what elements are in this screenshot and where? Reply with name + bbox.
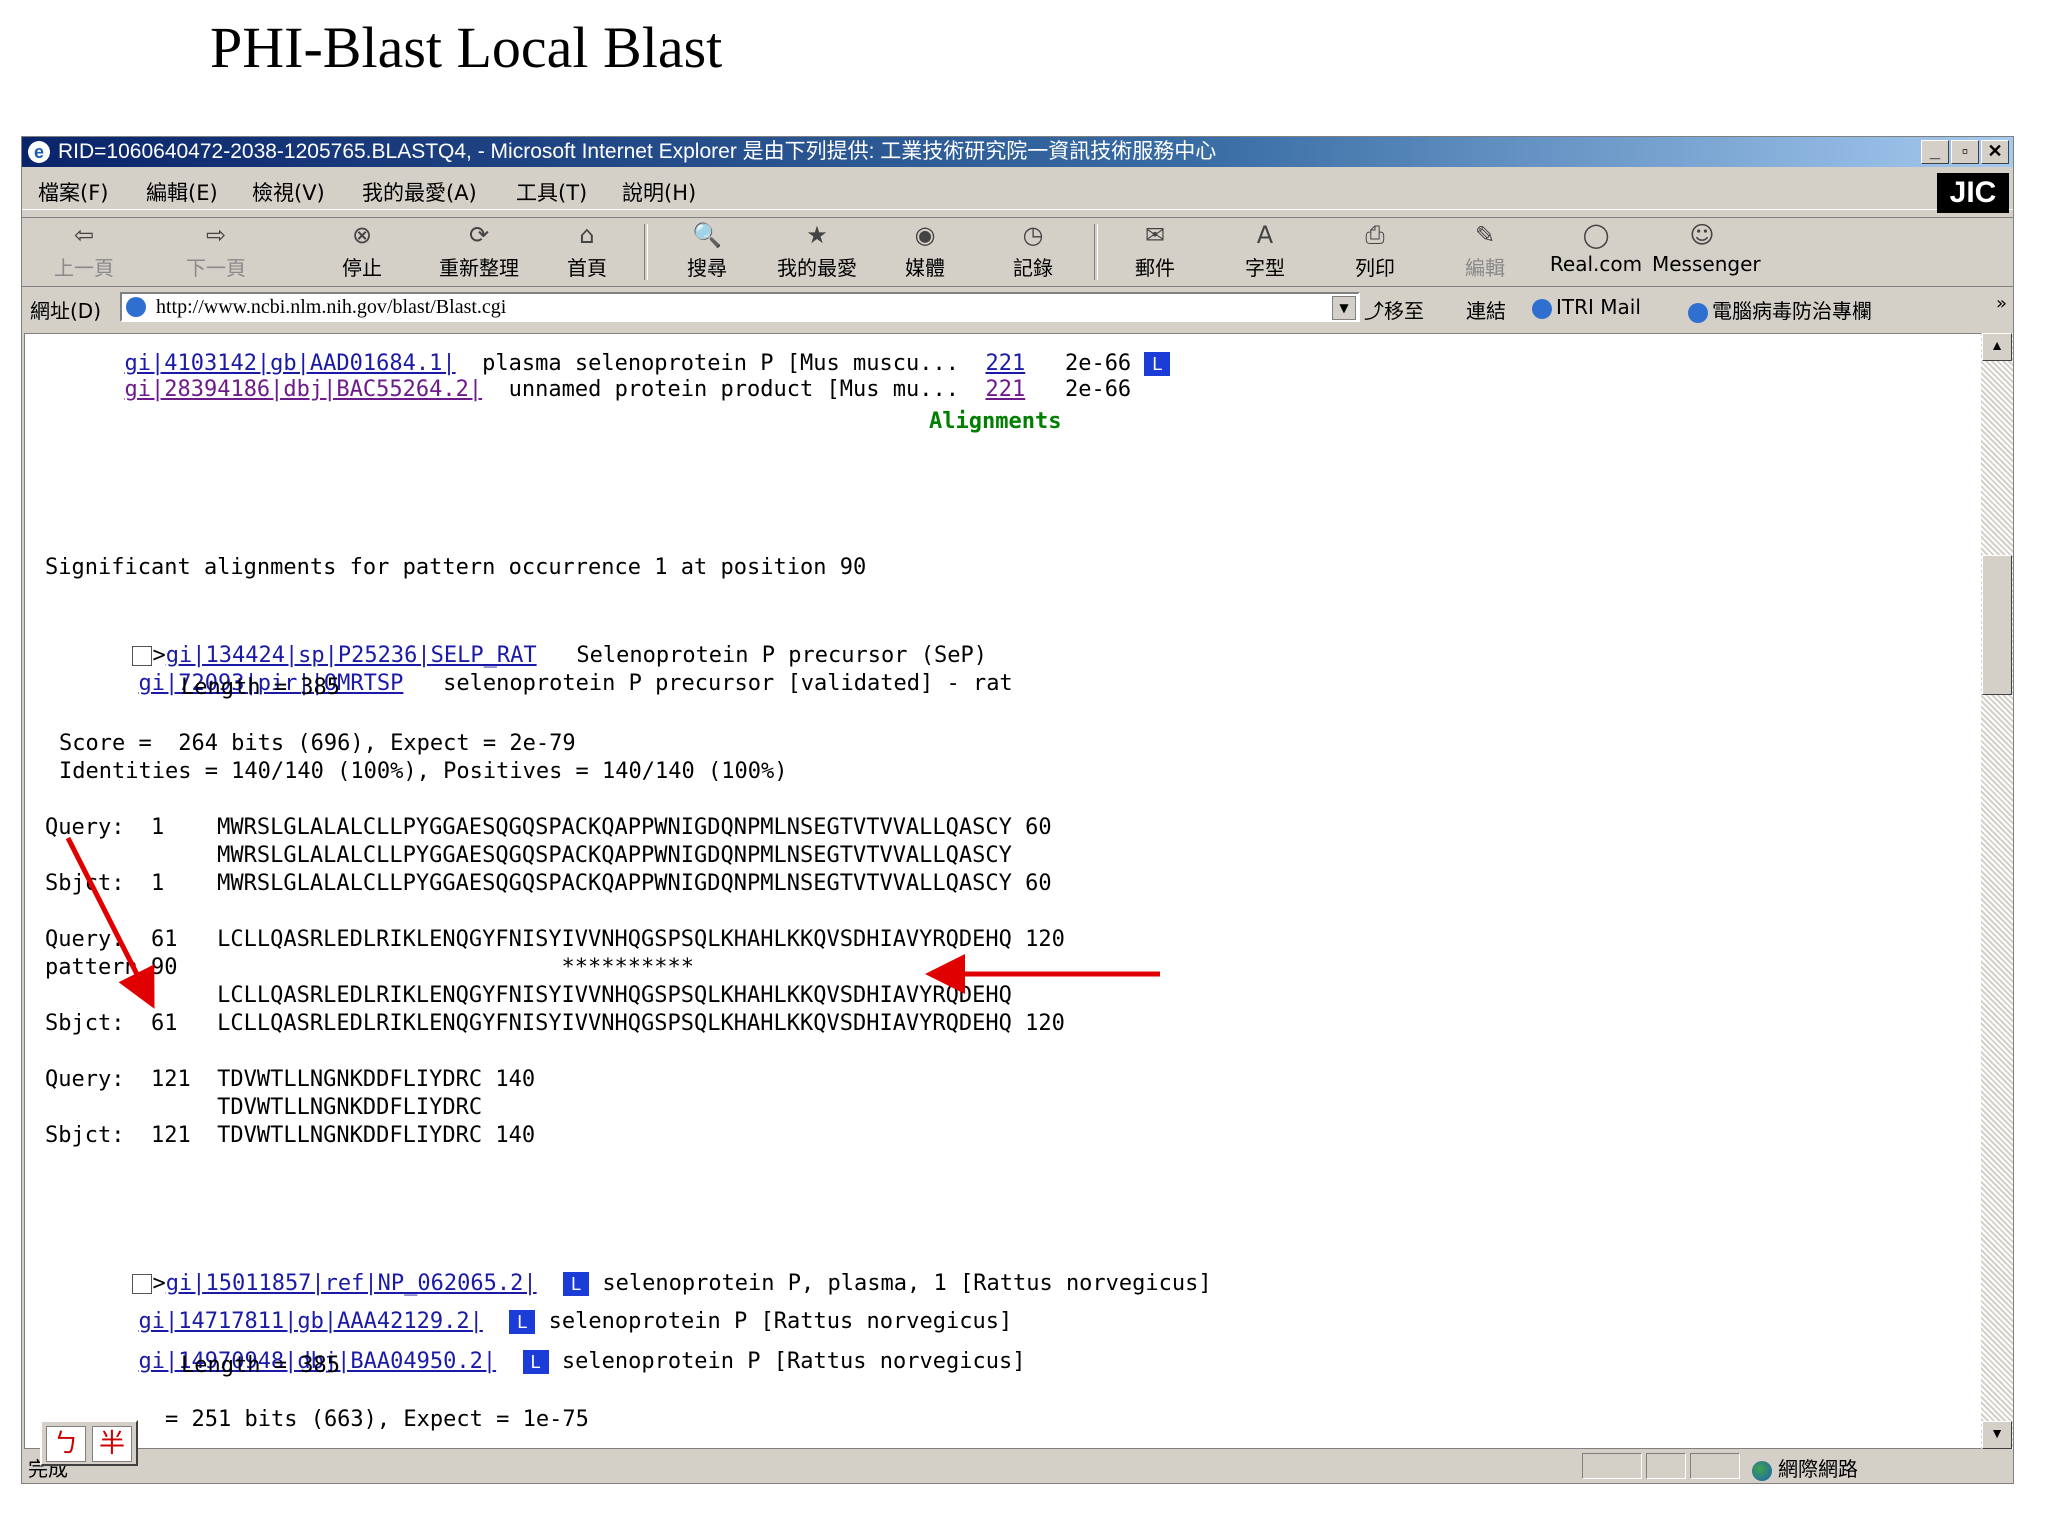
page-icon <box>126 297 146 317</box>
ie-logo-icon: e <box>28 141 50 163</box>
home-button[interactable]: ⌂ 首頁 <box>552 220 622 281</box>
search-icon: 🔍 <box>692 221 722 249</box>
menu-view[interactable]: 檢視(V) <box>252 177 325 207</box>
slide-title: PHI-Blast Local Blast <box>210 15 723 80</box>
vertical-scrollbar[interactable]: ▲ ▼ <box>1981 333 2013 1449</box>
linkout-badge[interactable]: L <box>1144 352 1171 376</box>
ime-width-button[interactable]: 半 <box>92 1426 132 1462</box>
media-button[interactable]: ◉ 媒體 <box>890 220 960 281</box>
menu-favorites[interactable]: 我的最愛(A) <box>362 177 477 207</box>
search-button[interactable]: 🔍 搜尋 <box>672 220 742 281</box>
toolbar: ⇦ 上一頁 ⇨ 下一頁 ⊗ 停止 ⟳ 重新整理 ⌂ 首頁 🔍 搜尋 ★ 我的最愛 ◉ 媒體 ◷ 記… <box>22 217 2013 287</box>
media-icon: ◉ <box>914 221 936 249</box>
toolbar-separator <box>644 224 648 280</box>
stop-button[interactable]: ⊗ 停止 <box>322 220 402 281</box>
more-links-chevron-icon[interactable]: » <box>1996 293 2007 314</box>
status-bar: 完成 網際網路 <box>22 1449 2013 1483</box>
hit-length: Length = 385 <box>181 1353 340 1378</box>
hit-length: Length = 385 <box>181 675 340 700</box>
favorites-icon: ★ <box>806 221 828 249</box>
history-icon: ◷ <box>1022 221 1044 249</box>
forward-button[interactable]: ⇨ 下一頁 <box>172 220 260 281</box>
menu-tools[interactable]: 工具(T) <box>516 177 587 207</box>
pattern-occurrence-text: Significant alignments for pattern occur… <box>45 555 867 580</box>
font-icon: A <box>1256 221 1274 249</box>
scroll-up-button[interactable]: ▲ <box>1982 333 2012 361</box>
brand-logo: JIC <box>1937 173 2009 213</box>
status-cell <box>1690 1453 1740 1479</box>
edit-icon: ✎ <box>1474 221 1496 249</box>
alignment-line: Query: 121 TDVWTLLNGNKDDFLIYDRC 140 <box>45 1067 536 1092</box>
messenger-button[interactable]: ☺ Messenger <box>1652 220 1761 276</box>
address-url[interactable]: http://www.ncbi.nlm.nih.gov/blast/Blast.… <box>156 296 506 319</box>
menu-edit[interactable]: 編輯(E) <box>146 177 218 207</box>
page-content: gi|4103142|gb|AAD01684.1| plasma selenop… <box>24 333 1982 1449</box>
alignment-line: TDVWTLLNGNKDDFLIYDRC <box>45 1095 483 1120</box>
alignment-line: Sbjct: 121 TDVWTLLNGNKDDFLIYDRC 140 <box>45 1123 536 1148</box>
alignment-line: MWRSLGLALALCLLPYGGAESQGQSPACKQAPPWNIGDQN… <box>45 843 1012 868</box>
menu-help[interactable]: 說明(H) <box>622 177 696 207</box>
refresh-button[interactable]: ⟳ 重新整理 <box>414 220 544 281</box>
scroll-thumb[interactable] <box>1982 555 2012 695</box>
favorites-button[interactable]: ★ 我的最愛 <box>762 220 872 281</box>
address-input[interactable]: http://www.ncbi.nlm.nih.gov/blast/Blast.… <box>120 292 1360 322</box>
address-bar: 網址(D) http://www.ncbi.nlm.nih.gov/blast/… <box>22 287 2013 327</box>
linkout-badge[interactable]: L <box>522 1350 549 1374</box>
status-cell <box>1646 1453 1686 1479</box>
restore-button[interactable]: ▫ <box>1951 140 1979 164</box>
forward-arrow-icon: ⇨ <box>205 221 227 249</box>
mail-button[interactable]: ✉ 郵件 <box>1120 220 1190 281</box>
link-virus-column[interactable]: 電腦病毒防治專欄 <box>1688 295 1872 324</box>
links-label[interactable]: 連結 <box>1466 295 1506 324</box>
font-button[interactable]: A 字型 <box>1230 220 1300 281</box>
back-arrow-icon: ⇦ <box>73 221 95 249</box>
alignment-line: Query: 1 MWRSLGLALALCLLPYGGAESQGQSPACKQA… <box>45 815 1052 840</box>
mail-icon: ✉ <box>1144 221 1166 249</box>
hit-score: = 251 bits (663), Expect = 1e-75 <box>165 1407 589 1432</box>
alignment-line: Query: 61 LCLLQASRLEDLRIKLENQGYFNISYIVVN… <box>45 927 1065 952</box>
alignments-heading: Alignments <box>929 409 1062 434</box>
refresh-icon: ⟳ <box>468 221 490 249</box>
ie-page-icon <box>1688 302 1708 323</box>
scroll-down-button[interactable]: ▼ <box>1982 1421 2012 1449</box>
minimize-button[interactable]: _ <box>1921 140 1949 164</box>
chevron-down-icon[interactable]: ▼ <box>1332 296 1356 320</box>
history-button[interactable]: ◷ 記錄 <box>998 220 1068 281</box>
ime-mode-button[interactable]: ㄅ <box>46 1426 86 1462</box>
go-button[interactable]: ⤴移至 <box>1364 295 1424 324</box>
real-icon: ◯ <box>1582 221 1610 249</box>
ie-page-icon <box>1532 298 1552 319</box>
close-button[interactable]: ✕ <box>1981 140 2009 164</box>
hit-score: Score = 264 bits (696), Expect = 2e-79 <box>59 731 576 756</box>
globe-icon <box>1752 1460 1772 1481</box>
home-icon: ⌂ <box>579 221 595 249</box>
print-button[interactable]: ⎙ 列印 <box>1340 220 1410 281</box>
real-button[interactable]: ◯ Real.com <box>1546 220 1646 276</box>
pattern-line: pattern 90 ********** <box>45 955 695 980</box>
menu-bar: 檔案(F) 編輯(E) 檢視(V) 我的最愛(A) 工具(T) 說明(H) <box>22 169 2013 210</box>
address-label: 網址(D) <box>30 299 102 323</box>
messenger-icon: ☺ <box>1689 221 1715 249</box>
link-itri-mail[interactable]: ITRI Mail <box>1532 295 1641 319</box>
hit-identities: Identities = 140/140 (100%), Positives =… <box>59 759 788 784</box>
alignment-line: Sbjct: 61 LCLLQASRLEDLRIKLENQGYFNISYIVVN… <box>45 1011 1065 1036</box>
score-link[interactable]: 221 <box>985 377 1025 402</box>
stop-icon: ⊗ <box>351 221 373 249</box>
hit-link[interactable]: gi|28394186|dbj|BAC55264.2| <box>124 377 482 402</box>
print-icon: ⎙ <box>1365 221 1385 249</box>
alignment-line: Sbjct: 1 MWRSLGLALALCLLPYGGAESQGQSPACKQA… <box>45 871 1052 896</box>
toolbar-separator <box>1094 224 1098 280</box>
status-cell <box>1582 1453 1642 1479</box>
window-title: RID=1060640472-2038-1205765.BLASTQ4, - M… <box>58 140 1217 163</box>
menu-file[interactable]: 檔案(F) <box>38 177 108 207</box>
alignment-line: LCLLQASRLEDLRIKLENQGYFNISYIVVNHQGSPSQLKH… <box>45 983 1012 1008</box>
browser-window: e RID=1060640472-2038-1205765.BLASTQ4, -… <box>21 136 2014 1484</box>
back-button[interactable]: ⇦ 上一頁 <box>40 220 128 281</box>
title-bar: e RID=1060640472-2038-1205765.BLASTQ4, -… <box>22 137 2013 167</box>
edit-button[interactable]: ✎ 編輯 <box>1450 220 1520 281</box>
ime-toolbar[interactable]: ㄅ 半 <box>40 1420 138 1466</box>
zone-indicator: 網際網路 <box>1752 1453 1858 1482</box>
